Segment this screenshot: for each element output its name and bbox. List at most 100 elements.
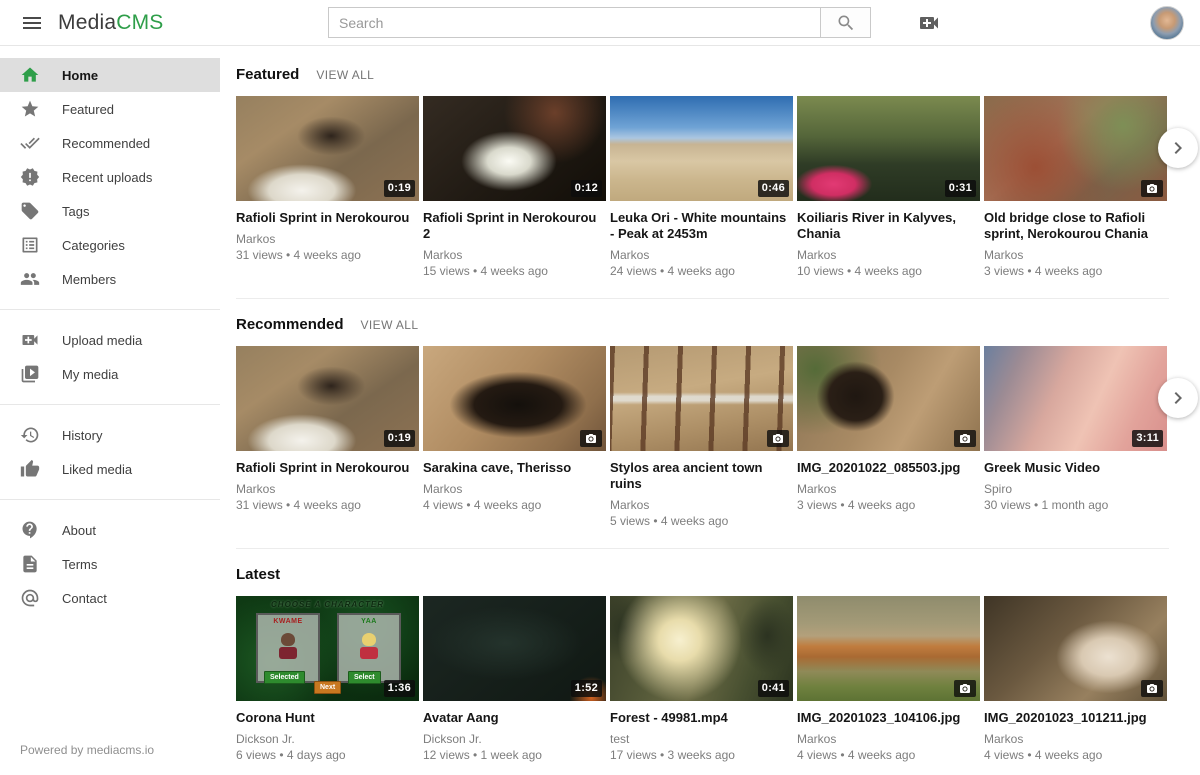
media-author: Markos (236, 482, 419, 497)
powered-by-text: Powered by mediacms.io (0, 743, 220, 775)
media-card[interactable]: Old bridge close to Rafioli sprint, Nero… (984, 96, 1167, 279)
duration-badge: 3:11 (1132, 430, 1163, 447)
search-bar (328, 7, 871, 38)
media-views-age: 4 views • 4 weeks ago (797, 747, 980, 763)
categories-icon (20, 235, 40, 255)
media-card[interactable]: 0:12Rafioli Sprint in Nerokourou 2Markos… (423, 96, 606, 279)
duration-badge: 0:41 (758, 680, 789, 697)
camera-icon (954, 680, 976, 697)
media-title: IMG_20201022_085503.jpg (797, 460, 980, 476)
camera-icon (954, 430, 976, 447)
sidebar-divider (0, 404, 220, 405)
search-icon (836, 13, 856, 33)
sidebar-item-about[interactable]: About (0, 513, 220, 547)
media-views-age: 6 views • 4 days ago (236, 747, 419, 763)
media-card[interactable]: 0:19Rafioli Sprint in NerokourouMarkos31… (236, 346, 419, 529)
history-icon (20, 425, 40, 445)
sidebar-item-featured[interactable]: Featured (0, 92, 220, 126)
sidebar-item-liked-media[interactable]: Liked media (0, 452, 220, 486)
media-views-age: 5 views • 4 weeks ago (610, 513, 793, 529)
media-card[interactable]: 3:11Greek Music VideoSpiro30 views • 1 m… (984, 346, 1167, 529)
sidebar-item-members[interactable]: Members (0, 262, 220, 296)
duration-badge: 0:19 (384, 180, 415, 197)
game-next-button: Next (314, 681, 341, 694)
user-avatar[interactable] (1150, 6, 1184, 40)
sidebar-item-history[interactable]: History (0, 418, 220, 452)
section-title: Featured (236, 66, 299, 83)
search-input[interactable] (328, 7, 820, 38)
view-all-link[interactable]: VIEW ALL (361, 318, 419, 332)
media-card[interactable]: 0:46Leuka Ori - White mountains - Peak a… (610, 96, 793, 279)
camera-icon (580, 430, 602, 447)
main-content: FeaturedVIEW ALL0:19Rafioli Sprint in Ne… (220, 46, 1200, 763)
media-card[interactable]: CHOOSE A CHARACTERKWAMEYAASelectedNextSe… (236, 596, 419, 763)
upload-media-icon[interactable] (916, 11, 942, 35)
sidebar-item-home[interactable]: Home (0, 58, 220, 92)
sidebar-item-label: My media (62, 367, 118, 382)
video-call-icon (20, 330, 40, 350)
game-title-text: CHOOSE A CHARACTER (236, 600, 419, 609)
media-thumbnail: 0:46 (610, 96, 793, 201)
media-views-age: 3 views • 4 weeks ago (797, 497, 980, 513)
sidebar-item-recent-uploads[interactable]: Recent uploads (0, 160, 220, 194)
media-author: Markos (797, 248, 980, 263)
game-selected-button: Selected (264, 671, 305, 684)
chevron-right-icon (1166, 386, 1190, 410)
game-character-sprite (360, 633, 378, 659)
media-views-age: 4 views • 4 weeks ago (423, 497, 606, 513)
media-author: Dickson Jr. (423, 732, 606, 747)
media-views-age: 24 views • 4 weeks ago (610, 263, 793, 279)
media-author: Markos (797, 482, 980, 497)
next-page-button[interactable] (1158, 378, 1198, 418)
sidebar-item-label: History (62, 428, 102, 443)
media-card[interactable]: IMG_20201022_085503.jpg Markos3 views • 4… (797, 346, 980, 529)
media-author: Markos (984, 248, 1167, 263)
sidebar-item-upload-media[interactable]: Upload media (0, 323, 220, 357)
sidebar-item-categories[interactable]: Categories (0, 228, 220, 262)
view-all-link[interactable]: VIEW ALL (316, 68, 374, 82)
media-card[interactable]: 1:52Avatar AangDickson Jr.12 views • 1 w… (423, 596, 606, 763)
media-views-age: 3 views • 4 weeks ago (984, 263, 1167, 279)
sidebar-item-label: Recommended (62, 136, 150, 151)
media-card[interactable]: Stylos area ancient town ruinsMarkos5 vi… (610, 346, 793, 529)
app-logo[interactable]: MediaCMS (58, 11, 163, 35)
section-header-latest: Latest (236, 566, 1200, 583)
sidebar-item-contact[interactable]: Contact (0, 581, 220, 615)
media-author: Spiro (984, 482, 1167, 497)
game-character-sprite (279, 633, 297, 659)
media-views-age: 10 views • 4 weeks ago (797, 263, 980, 279)
media-author: test (610, 732, 793, 747)
media-title: Forest - 49981.mp4 (610, 710, 793, 726)
section-title: Latest (236, 566, 280, 583)
sidebar-item-label: Members (62, 272, 116, 287)
media-views-age: 17 views • 3 weeks ago (610, 747, 793, 763)
media-card[interactable]: 0:41 Forest - 49981.mp4 test17 views • 3 w… (610, 596, 793, 763)
media-title: Stylos area ancient town ruins (610, 460, 793, 492)
sidebar-divider (0, 309, 220, 310)
logo-cms: CMS (116, 11, 163, 34)
next-page-button[interactable] (1158, 128, 1198, 168)
search-button[interactable] (820, 7, 871, 38)
media-views-age: 12 views • 1 week ago (423, 747, 606, 763)
thumb-up-icon (20, 459, 40, 479)
media-card[interactable]: Sarakina cave, TherissoMarkos4 views • 4… (423, 346, 606, 529)
media-card[interactable]: IMG_20201023_101211.jpgMarkos4 views • 4… (984, 596, 1167, 763)
hamburger-menu-icon[interactable] (20, 11, 44, 35)
media-card[interactable]: IMG_20201023_104106.jpgMarkos4 views • 4… (797, 596, 980, 763)
media-card[interactable]: 0:19Rafioli Sprint in NerokourouMarkos31… (236, 96, 419, 279)
section-divider (236, 548, 1169, 549)
media-title: Rafioli Sprint in Nerokourou (236, 210, 419, 226)
sidebar-item-my-media[interactable]: My media (0, 357, 220, 391)
email-icon (20, 588, 40, 608)
sidebar-item-terms[interactable]: Terms (0, 547, 220, 581)
document-icon (20, 554, 40, 574)
sidebar-item-label: Upload media (62, 333, 142, 348)
media-card[interactable]: 0:31Koiliaris River in Kalyves, ChaniaMa… (797, 96, 980, 279)
game-character-name: KWAME (258, 618, 318, 625)
sidebar-item-recommended[interactable]: Recommended (0, 126, 220, 160)
media-title: Rafioli Sprint in Nerokourou 2 (423, 210, 606, 242)
media-thumbnail: 0:41 (610, 596, 793, 701)
duration-badge: 1:36 (384, 680, 415, 697)
sidebar-item-label: About (62, 523, 96, 538)
sidebar-item-tags[interactable]: Tags (0, 194, 220, 228)
